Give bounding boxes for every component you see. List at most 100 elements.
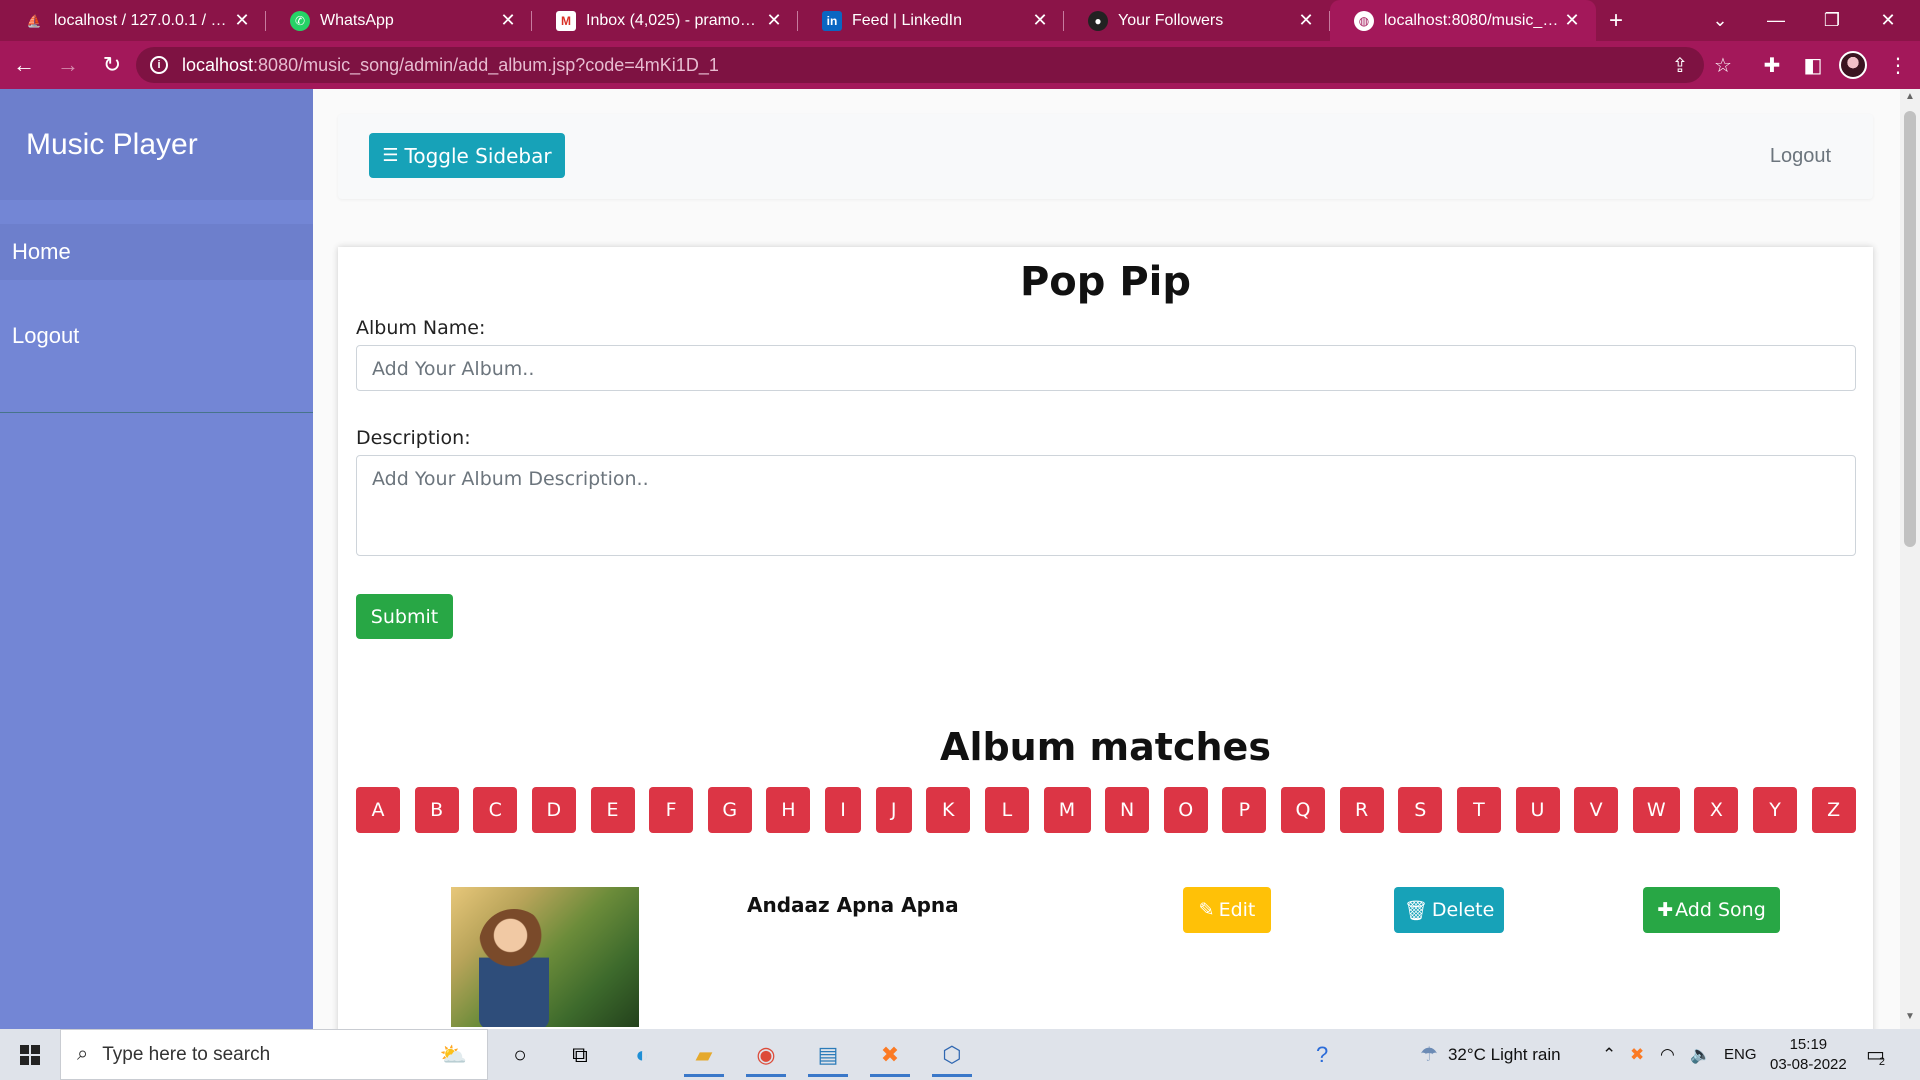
- notepad-icon[interactable]: ▤: [800, 1033, 856, 1077]
- reload-icon[interactable]: ↻: [92, 45, 132, 85]
- browser-tab-gmail[interactable]: M Inbox (4,025) - pramodsaini ✕: [532, 0, 798, 41]
- cortana-icon[interactable]: ○: [492, 1033, 548, 1077]
- bookmark-star-icon[interactable]: ☆: [1705, 47, 1741, 83]
- minimize-icon[interactable]: —: [1748, 0, 1804, 41]
- letter-filter-button[interactable]: H: [766, 787, 811, 833]
- sidebar-brand: Music Player: [0, 89, 313, 200]
- tray-overflow-icon[interactable]: ⌃: [1602, 1029, 1616, 1080]
- forward-icon[interactable]: →: [48, 45, 88, 85]
- wifi-icon[interactable]: ◠: [1660, 1029, 1675, 1080]
- letter-filter-button[interactable]: G: [707, 787, 752, 833]
- start-button[interactable]: [0, 1029, 60, 1080]
- letter-filter-button[interactable]: M: [1043, 787, 1091, 833]
- tab-search-icon[interactable]: ⌄: [1692, 0, 1748, 41]
- close-icon[interactable]: ✕: [1562, 10, 1582, 31]
- letter-filter-button[interactable]: A: [356, 787, 400, 833]
- side-panel-icon[interactable]: ◧: [1793, 45, 1833, 85]
- browser-menu-icon[interactable]: ⋮: [1878, 45, 1918, 85]
- xampp-tray-icon[interactable]: ✖: [1630, 1029, 1644, 1080]
- letter-filter-button[interactable]: F: [649, 787, 694, 833]
- language-indicator[interactable]: ENG: [1724, 1029, 1757, 1080]
- scroll-up-icon[interactable]: ▲: [1900, 91, 1920, 107]
- weather-widget[interactable]: ☂ 32°C Light rain: [1420, 1029, 1561, 1080]
- browser-tab-music-song[interactable]: ◍ localhost:8080/music_song/a ✕: [1330, 0, 1596, 41]
- close-icon[interactable]: ✕: [764, 10, 784, 31]
- address-bar[interactable]: i localhost:8080/music_song/admin/add_al…: [136, 47, 1704, 83]
- browser-tab-whatsapp[interactable]: ✆ WhatsApp ✕: [266, 0, 532, 41]
- sidebar-item-home[interactable]: Home: [0, 224, 313, 280]
- volume-icon[interactable]: 🔈: [1690, 1029, 1711, 1080]
- profile-avatar[interactable]: [1833, 45, 1873, 85]
- letter-filter-button[interactable]: B: [414, 787, 459, 833]
- description-placeholder: Add Your Album Description..: [372, 468, 649, 490]
- toggle-sidebar-button[interactable]: ☰ Toggle Sidebar: [369, 133, 565, 178]
- sidebar-item-logout[interactable]: Logout: [0, 308, 313, 364]
- browser-tab-followers[interactable]: ● Your Followers ✕: [1064, 0, 1330, 41]
- share-icon[interactable]: ⇪: [1662, 47, 1698, 83]
- virtualbox-icon[interactable]: ⬡: [924, 1033, 980, 1077]
- search-highlight-icon: ⛅: [439, 1041, 467, 1067]
- letter-filter-button[interactable]: Z: [1811, 787, 1856, 833]
- scrollbar-thumb[interactable]: [1904, 111, 1916, 547]
- letter-filter-button[interactable]: R: [1339, 787, 1384, 833]
- browser-tab-phpmyadmin[interactable]: ⛵ localhost / 127.0.0.1 / pk2 / ✕: [0, 0, 266, 41]
- letter-filter-button[interactable]: J: [875, 787, 912, 833]
- edit-button[interactable]: ✎ Edit: [1183, 887, 1271, 933]
- browser-tab-strip: ⛵ localhost / 127.0.0.1 / pk2 / ✕ ✆ What…: [0, 0, 1920, 41]
- add-song-button[interactable]: ✚ Add Song: [1643, 887, 1780, 933]
- letter-filter-button[interactable]: K: [926, 787, 971, 833]
- site-info-icon[interactable]: i: [150, 56, 168, 74]
- close-icon[interactable]: ✕: [1296, 10, 1316, 31]
- clock[interactable]: 15:19 03-08-2022: [1770, 1029, 1847, 1080]
- clock-time: 15:19: [1789, 1035, 1828, 1053]
- letter-filter-button[interactable]: Y: [1753, 787, 1797, 833]
- scroll-down-icon[interactable]: ▼: [1900, 1011, 1920, 1027]
- letter-filter-button[interactable]: W: [1632, 787, 1680, 833]
- letter-filter-button[interactable]: Q: [1281, 787, 1325, 833]
- letter-filter-button[interactable]: O: [1163, 787, 1208, 833]
- letter-filter-button[interactable]: X: [1694, 787, 1739, 833]
- letter-filter-button[interactable]: V: [1574, 787, 1619, 833]
- help-icon[interactable]: ?: [1316, 1029, 1328, 1080]
- album-name: Andaaz Apna Apna: [747, 893, 959, 917]
- close-icon[interactable]: ✕: [1030, 10, 1050, 31]
- description-textarea[interactable]: Add Your Album Description..: [356, 455, 1856, 556]
- edge-icon[interactable]: ◐: [614, 1033, 670, 1077]
- letter-filter-button[interactable]: D: [531, 787, 576, 833]
- submit-button[interactable]: Submit: [356, 594, 453, 639]
- back-icon[interactable]: ←: [4, 45, 44, 85]
- letter-filter-button[interactable]: L: [984, 787, 1029, 833]
- new-tab-button[interactable]: +: [1596, 0, 1636, 41]
- task-view-icon[interactable]: ⧉: [552, 1033, 608, 1077]
- letter-filter-button[interactable]: T: [1456, 787, 1501, 833]
- browser-tab-linkedin[interactable]: in Feed | LinkedIn ✕: [798, 0, 1064, 41]
- close-icon[interactable]: ✕: [232, 10, 252, 31]
- letter-filter-button[interactable]: I: [825, 787, 861, 833]
- letter-filter-button[interactable]: C: [473, 787, 518, 833]
- logout-link[interactable]: Logout: [1770, 145, 1831, 168]
- album-name-input[interactable]: Add Your Album..: [356, 345, 1856, 391]
- album-card: Pop Pip Album Name: Add Your Album.. Des…: [338, 247, 1873, 1029]
- album-name-label: Album Name:: [356, 317, 486, 339]
- delete-button[interactable]: 🗑 Delete: [1394, 887, 1504, 933]
- tab-title: Your Followers: [1118, 11, 1224, 29]
- letter-filter-button[interactable]: P: [1222, 787, 1267, 833]
- page-viewport: Music Player Home Logout ☰ Toggle Sideba…: [0, 89, 1920, 1029]
- window-close-icon[interactable]: ✕: [1860, 0, 1916, 41]
- restore-icon[interactable]: ❐: [1804, 0, 1860, 41]
- file-explorer-icon[interactable]: ▰: [676, 1033, 732, 1077]
- extensions-icon[interactable]: ✚: [1752, 45, 1792, 85]
- page-scrollbar[interactable]: ▲ ▼: [1900, 89, 1920, 1029]
- letter-filter-button[interactable]: N: [1105, 787, 1150, 833]
- xampp-icon[interactable]: ✖: [862, 1033, 918, 1077]
- description-label: Description:: [356, 427, 471, 449]
- notification-center-icon[interactable]: ▭ 2: [1866, 1029, 1885, 1080]
- taskbar-search[interactable]: ⌕ Type here to search ⛅: [60, 1029, 488, 1080]
- album-row: Andaaz Apna Apna ✎ Edit 🗑 Delete ✚ Add S…: [338, 887, 1873, 1029]
- tab-title: Feed | LinkedIn: [852, 11, 963, 29]
- close-icon[interactable]: ✕: [498, 10, 518, 31]
- chrome-icon[interactable]: ◉: [738, 1033, 794, 1077]
- letter-filter-button[interactable]: E: [590, 787, 635, 833]
- letter-filter-button[interactable]: U: [1515, 787, 1560, 833]
- letter-filter-button[interactable]: S: [1398, 787, 1443, 833]
